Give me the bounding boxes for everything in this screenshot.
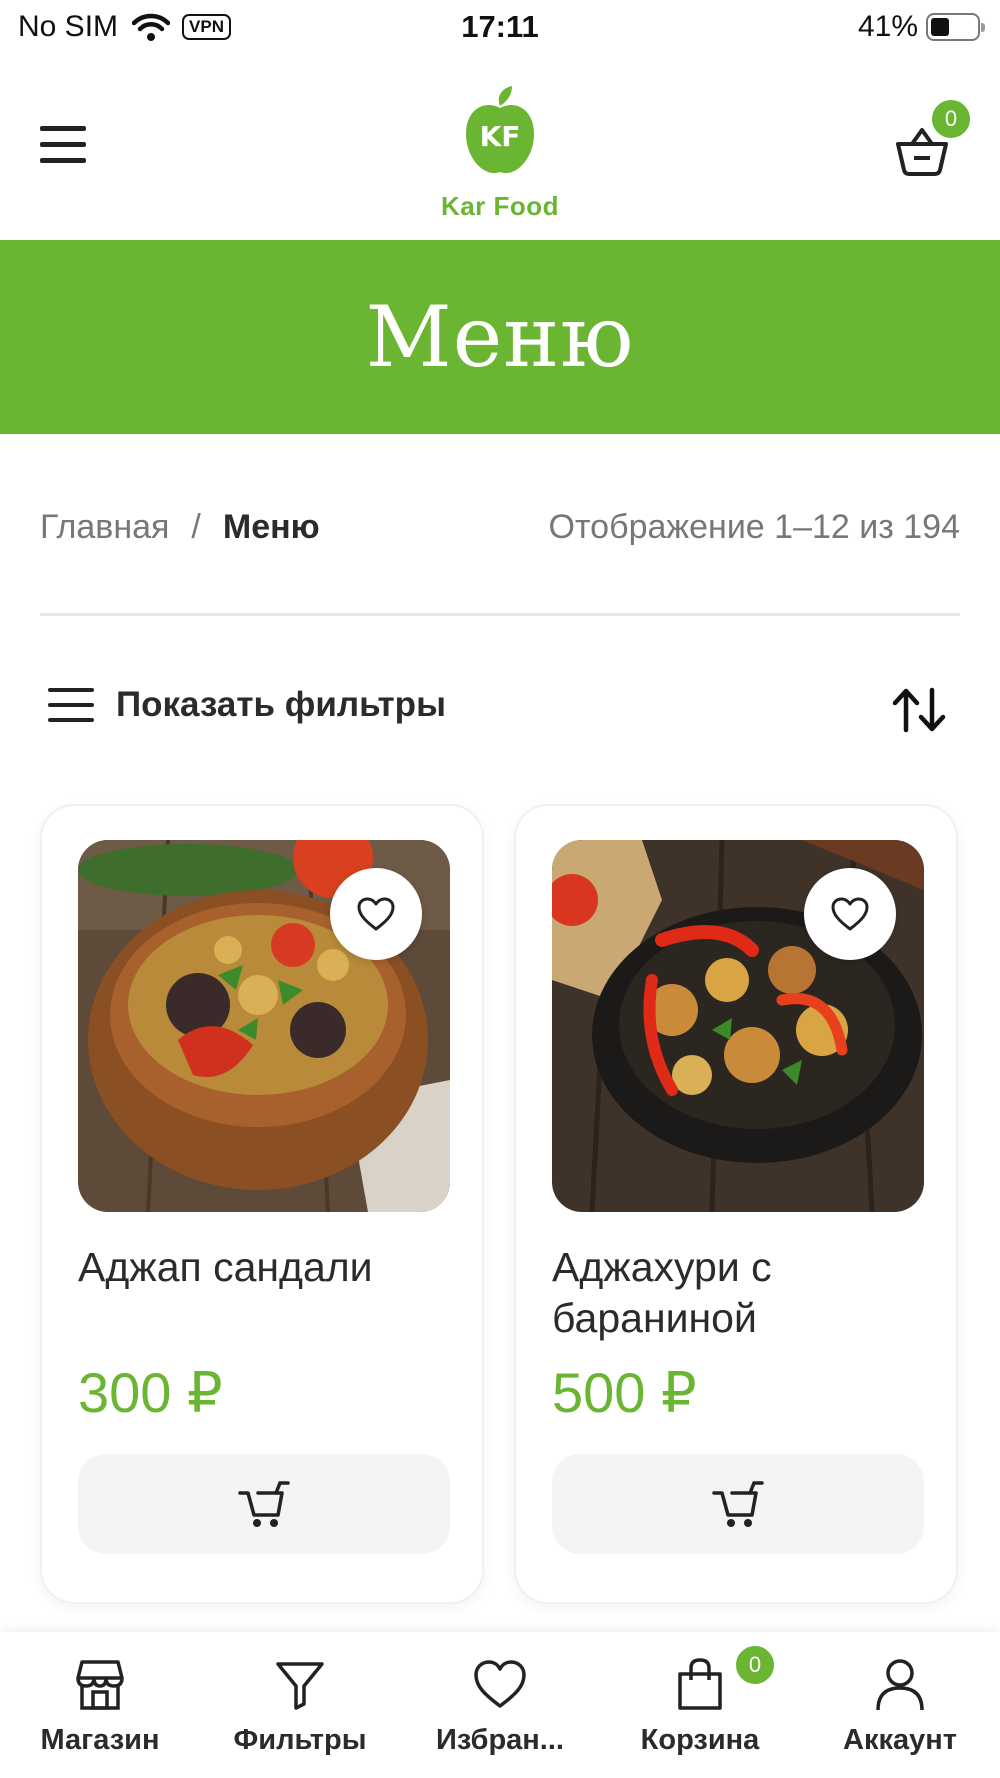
cart-icon bbox=[238, 1481, 290, 1527]
cart-icon bbox=[712, 1481, 764, 1527]
bag-icon bbox=[678, 1658, 722, 1710]
product-image[interactable] bbox=[552, 840, 924, 1212]
logo-mark: KF bbox=[480, 120, 521, 153]
battery-icon bbox=[926, 13, 985, 41]
logo-text: Kar Food bbox=[440, 191, 560, 221]
favorite-button[interactable] bbox=[804, 868, 896, 960]
nav-favorites[interactable]: Избран... bbox=[400, 1632, 600, 1778]
page-title: Меню bbox=[365, 288, 635, 386]
bottom-navigation: Магазин Фильтры Избран... 0 Корзина Акка… bbox=[0, 1632, 1000, 1778]
heart-icon bbox=[357, 897, 395, 931]
product-image[interactable] bbox=[78, 840, 450, 1212]
nav-filters-label: Фильтры bbox=[233, 1724, 367, 1756]
nav-account[interactable]: Аккаунт bbox=[800, 1632, 1000, 1778]
cart-count-badge: 0 bbox=[930, 98, 972, 140]
nav-cart[interactable]: 0 Корзина bbox=[600, 1632, 800, 1778]
status-bar: No SIM VPN 17:11 41% bbox=[0, 0, 1000, 56]
logo[interactable]: KF Kar Food bbox=[440, 82, 560, 222]
breadcrumb-separator: / bbox=[191, 508, 201, 546]
battery-percent: 41% bbox=[857, 10, 918, 43]
sort-icon[interactable] bbox=[890, 686, 948, 734]
product-price: 500 ₽ bbox=[552, 1361, 697, 1424]
funnel-icon bbox=[276, 1662, 324, 1710]
product-title[interactable]: Аджап сандали bbox=[78, 1242, 450, 1293]
nav-cart-label: Корзина bbox=[640, 1724, 760, 1756]
show-filters-label: Показать фильтры bbox=[116, 685, 446, 724]
page-banner: Меню bbox=[0, 240, 1000, 434]
app-header: KF Kar Food 0 bbox=[0, 56, 1000, 240]
favorite-button[interactable] bbox=[330, 868, 422, 960]
status-right: 41% bbox=[857, 10, 985, 44]
breadcrumb-current: Меню bbox=[222, 508, 320, 546]
user-icon bbox=[876, 1659, 924, 1711]
add-to-cart-button[interactable] bbox=[552, 1454, 924, 1554]
nav-cart-badge: 0 bbox=[734, 1644, 776, 1686]
product-price: 300 ₽ bbox=[78, 1361, 223, 1424]
heart-icon bbox=[474, 1660, 526, 1708]
header-cart-button[interactable]: 0 bbox=[894, 98, 972, 178]
clock: 17:11 bbox=[461, 9, 539, 44]
store-icon bbox=[76, 1660, 124, 1710]
breadcrumb-home[interactable]: Главная bbox=[40, 508, 169, 547]
result-count: Отображение 1–12 из 194 bbox=[548, 508, 960, 546]
product-card[interactable]: Аджап сандали 300 ₽ bbox=[40, 804, 484, 1604]
heart-icon bbox=[831, 897, 869, 931]
product-card[interactable]: Аджахури с бараниной 500 ₽ bbox=[514, 804, 958, 1604]
nav-shop-label: Магазин bbox=[40, 1724, 160, 1756]
menu-icon[interactable] bbox=[40, 126, 86, 164]
show-filters-button[interactable]: Показать фильтры bbox=[48, 685, 446, 725]
apple-logo-icon: KF bbox=[466, 86, 534, 174]
filter-lines-icon bbox=[48, 688, 94, 722]
nav-filters[interactable]: Фильтры bbox=[200, 1632, 400, 1778]
divider bbox=[40, 613, 960, 616]
breadcrumb: Главная / Меню bbox=[40, 508, 320, 547]
nav-account-label: Аккаунт bbox=[843, 1724, 957, 1756]
product-title[interactable]: Аджахури с бараниной bbox=[552, 1242, 924, 1344]
nav-shop[interactable]: Магазин bbox=[0, 1632, 200, 1778]
add-to-cart-button[interactable] bbox=[78, 1454, 450, 1554]
nav-favorites-label: Избран... bbox=[436, 1724, 564, 1756]
battery-level bbox=[931, 18, 950, 36]
